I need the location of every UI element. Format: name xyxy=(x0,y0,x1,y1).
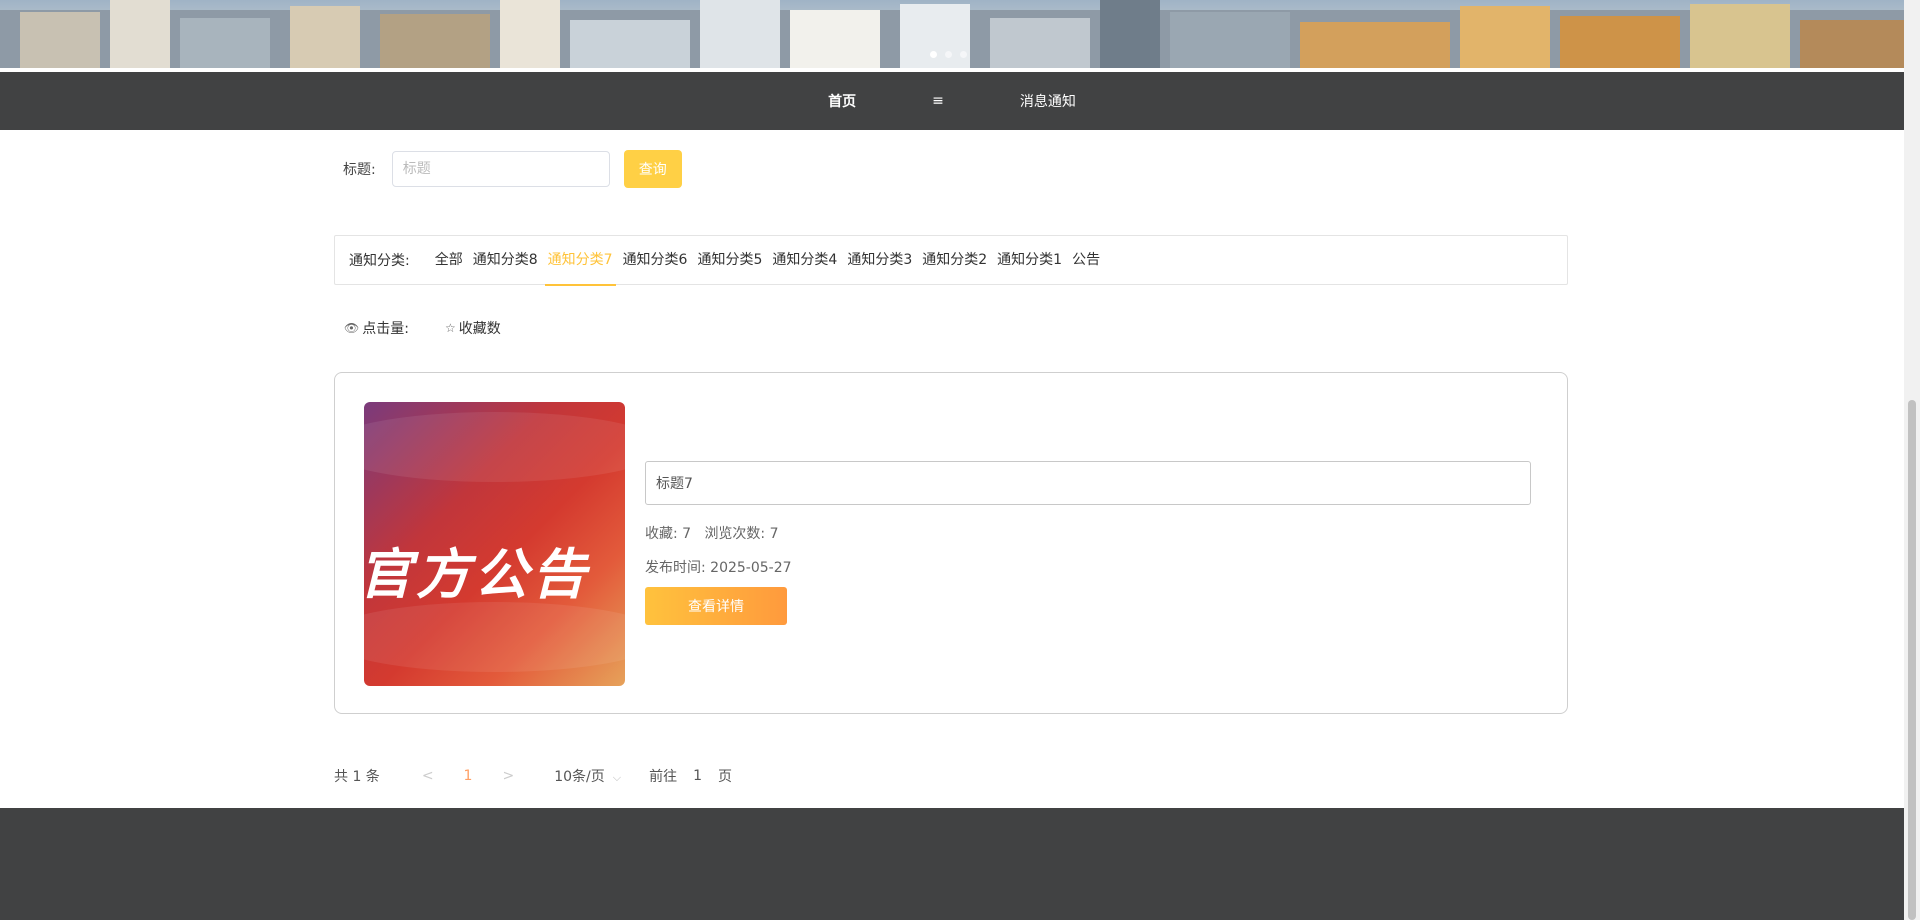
category-all[interactable]: 全部 xyxy=(430,235,468,285)
footer xyxy=(0,808,1904,920)
prev-page-button[interactable]: < xyxy=(422,768,434,784)
hero-banner xyxy=(0,0,1904,68)
sort-options: 👁 点击量: ☆ 收藏数 xyxy=(344,318,537,338)
goto-input[interactable]: 1 xyxy=(693,768,702,784)
nav-menu-icon[interactable]: ≡ xyxy=(894,93,982,109)
scrollbar-thumb[interactable] xyxy=(1908,400,1916,920)
publish-time: 发布时间: 2025-05-27 xyxy=(645,560,792,576)
next-page-button[interactable]: > xyxy=(502,768,514,784)
notice-stats: 收藏: 7 浏览次数: 7 xyxy=(645,523,1531,543)
view-detail-button[interactable]: 查看详情 xyxy=(645,587,787,625)
page-number[interactable]: 1 xyxy=(464,768,473,784)
top-nav: 首页 ≡ 消息通知 xyxy=(0,72,1904,130)
category-item[interactable]: 通知分类4 xyxy=(767,235,842,285)
pagination: 共 1 条 < 1 > 10条/页 ⌵ 前往 1 页 xyxy=(334,766,732,786)
sort-favorites-label: 收藏数 xyxy=(458,321,501,337)
notice-card: 官方公告 标题7 收藏: 7 浏览次数: 7 发布时间: 2025-05-27 … xyxy=(334,372,1568,714)
category-item[interactable]: 通知分类8 xyxy=(468,235,543,285)
pagination-total: 共 1 条 xyxy=(334,769,380,785)
sort-clicks[interactable]: 👁 点击量: xyxy=(344,318,409,338)
thumbnail-text: 官方公告 xyxy=(364,543,590,606)
search-bar: 标题: 查询 xyxy=(343,150,682,188)
category-item[interactable]: 通知分类1 xyxy=(992,235,1067,285)
category-item[interactable]: 通知分类5 xyxy=(692,235,767,285)
page-size-select[interactable]: 10条/页 ⌵ xyxy=(554,766,621,786)
sort-clicks-label: 点击量: xyxy=(362,321,409,337)
carousel-indicators[interactable] xyxy=(930,51,967,58)
category-filter: 通知分类: 全部 通知分类8 通知分类7 通知分类6 通知分类5 通知分类4 通… xyxy=(334,235,1568,286)
thumbnail-decoration xyxy=(364,412,625,482)
carousel-dot[interactable] xyxy=(930,51,937,58)
search-button[interactable]: 查询 xyxy=(623,150,682,188)
goto-suffix: 页 xyxy=(718,769,732,785)
search-input[interactable] xyxy=(391,151,610,187)
category-item[interactable]: 通知分类3 xyxy=(842,235,917,285)
views-count: 浏览次数: 7 xyxy=(704,526,779,542)
nav-home[interactable]: 首页 xyxy=(790,91,894,111)
notice-thumbnail[interactable]: 官方公告 xyxy=(364,402,625,686)
notice-info: 标题7 收藏: 7 浏览次数: 7 发布时间: 2025-05-27 查看详情 xyxy=(645,461,1531,625)
category-item[interactable]: 通知分类6 xyxy=(618,235,693,285)
notice-title[interactable]: 标题7 xyxy=(645,461,1531,505)
carousel-dot[interactable] xyxy=(945,51,952,58)
thumbnail-decoration xyxy=(364,602,625,672)
search-label: 标题: xyxy=(343,162,376,178)
scrollbar[interactable] xyxy=(1904,0,1920,920)
eye-icon: 👁 xyxy=(344,321,360,335)
category-label: 通知分类: xyxy=(349,253,410,269)
category-announcement[interactable]: 公告 xyxy=(1067,235,1105,285)
category-item[interactable]: 通知分类2 xyxy=(917,235,992,285)
carousel-dot[interactable] xyxy=(960,51,967,58)
goto-label: 前往 xyxy=(649,769,678,785)
page-size-value: 10条/页 xyxy=(554,769,605,785)
nav-notice[interactable]: 消息通知 xyxy=(982,91,1114,111)
sort-favorites[interactable]: ☆ 收藏数 xyxy=(445,318,501,338)
category-item-active[interactable]: 通知分类7 xyxy=(543,235,618,286)
favorites-count: 收藏: 7 xyxy=(645,526,692,542)
chevron-down-icon: ⌵ xyxy=(612,771,622,784)
star-icon: ☆ xyxy=(444,321,456,335)
